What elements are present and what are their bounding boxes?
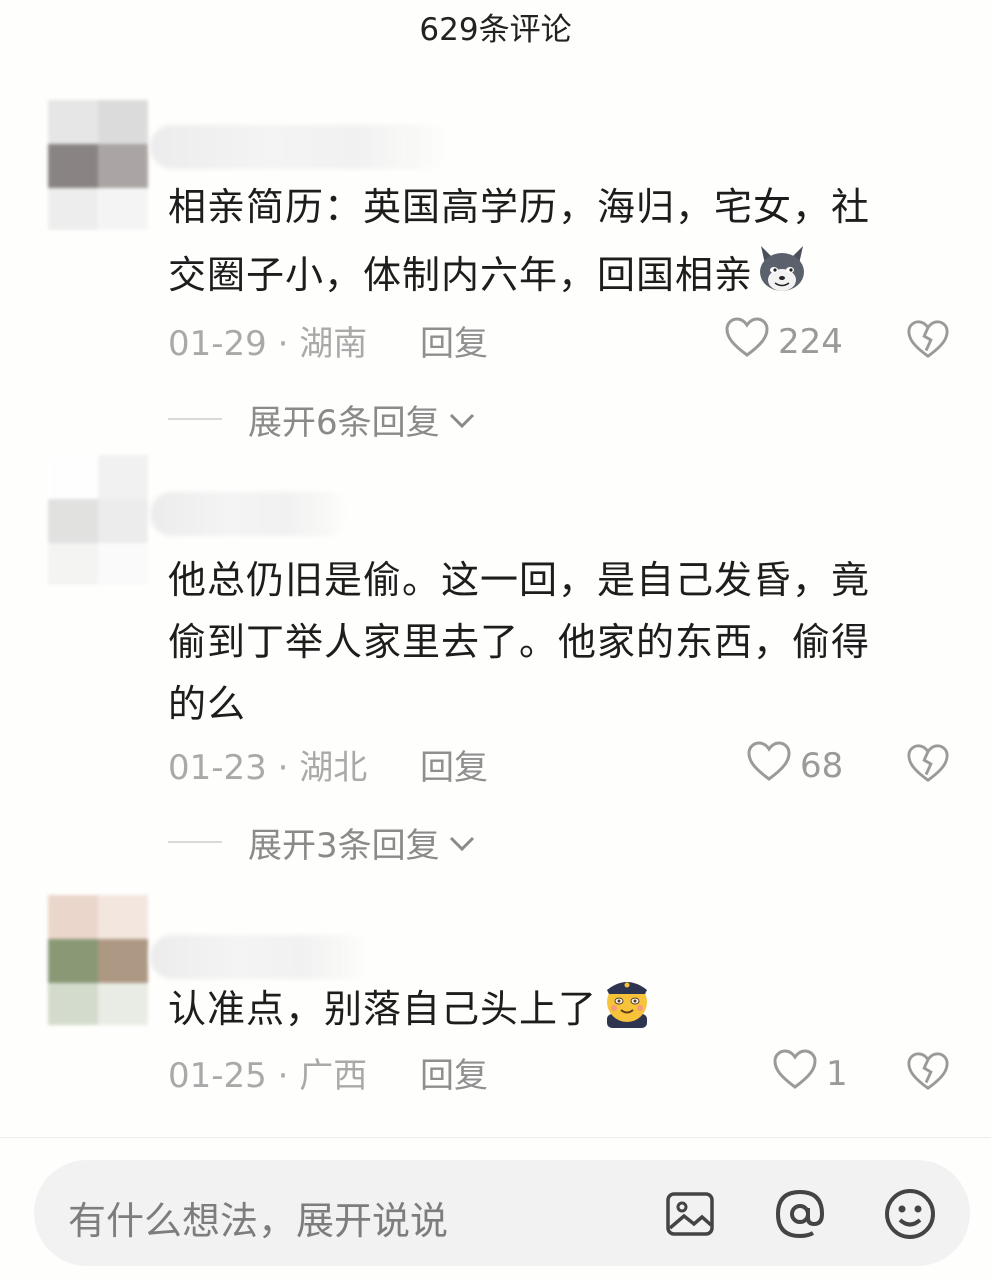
- emoji-icon[interactable]: [880, 1184, 940, 1244]
- comment-date-location: 01-23 · 湖北: [168, 748, 368, 788]
- reply-button[interactable]: 回复: [420, 316, 488, 365]
- comment-line: 他总仍旧是偷。这一回，是自己发昏，竟: [168, 558, 871, 602]
- comment-meta: 01-29 · 湖南 回复 224: [168, 316, 958, 366]
- avatar[interactable]: [48, 100, 148, 230]
- chevron-down-icon: [448, 822, 476, 862]
- expand-replies-button[interactable]: 展开3条回复: [168, 817, 476, 867]
- like-button[interactable]: 68: [746, 740, 843, 791]
- like-button[interactable]: 1: [772, 1048, 848, 1099]
- comment-line: 的么: [168, 682, 247, 726]
- heart-icon: [772, 1048, 818, 1099]
- like-count: 224: [778, 321, 843, 362]
- officer-smile-emoji: [597, 970, 657, 1048]
- image-icon[interactable]: [660, 1184, 720, 1244]
- husky-emoji: [753, 238, 811, 314]
- avatar[interactable]: [48, 895, 148, 1025]
- comment-input-bar[interactable]: 有什么想法，展开说说: [34, 1160, 970, 1266]
- broken-heart-icon[interactable]: [906, 742, 950, 793]
- comment-line: 相亲简历：英国高学历，海归，宅女，社: [168, 185, 871, 229]
- username-blurred[interactable]: [150, 125, 450, 169]
- comments-count-title: 629条评论: [419, 12, 572, 48]
- divider: [0, 1137, 991, 1138]
- avatar[interactable]: [48, 455, 148, 585]
- like-count: 68: [800, 745, 844, 786]
- like-button[interactable]: 224: [724, 316, 843, 367]
- chevron-down-icon: [448, 399, 476, 439]
- like-count: 1: [826, 1053, 848, 1094]
- heart-icon: [724, 316, 770, 367]
- comment-meta: 01-23 · 湖北 回复 68: [168, 740, 958, 790]
- comment-line: 偷到丁举人家里去了。他家的东西，偷得: [168, 620, 871, 664]
- divider: [168, 418, 222, 420]
- comment-date-location: 01-29 · 湖南: [168, 324, 368, 364]
- reply-button[interactable]: 回复: [420, 740, 488, 789]
- divider: [168, 841, 222, 843]
- comment-date-location: 01-25 · 广西: [168, 1056, 368, 1096]
- comment-text: 相亲简历：英国高学历，海归，宅女，社 交圈子小，体制内六年，回国相亲: [168, 176, 928, 314]
- comment-line: 认准点，别落自己头上了: [168, 970, 928, 1048]
- comment-meta: 01-25 · 广西 回复 1: [168, 1048, 958, 1098]
- broken-heart-icon[interactable]: [906, 318, 950, 369]
- expand-replies-button[interactable]: 展开6条回复: [168, 394, 476, 444]
- comment-text: 他总仍旧是偷。这一回，是自己发昏，竟 偷到丁举人家里去了。他家的东西，偷得 的么: [168, 549, 928, 735]
- comment-line: 交圈子小，体制内六年，回国相亲: [168, 238, 928, 314]
- expand-replies-label: 展开6条回复: [248, 402, 440, 443]
- heart-icon: [746, 740, 792, 791]
- broken-heart-icon[interactable]: [906, 1050, 950, 1101]
- username-blurred[interactable]: [150, 492, 350, 536]
- comment-input-placeholder[interactable]: 有什么想法，展开说说: [68, 1190, 448, 1245]
- at-icon[interactable]: [770, 1184, 830, 1244]
- expand-replies-label: 展开3条回复: [248, 825, 440, 866]
- comment-text: 认准点，别落自己头上了: [168, 970, 928, 1048]
- reply-button[interactable]: 回复: [420, 1048, 488, 1097]
